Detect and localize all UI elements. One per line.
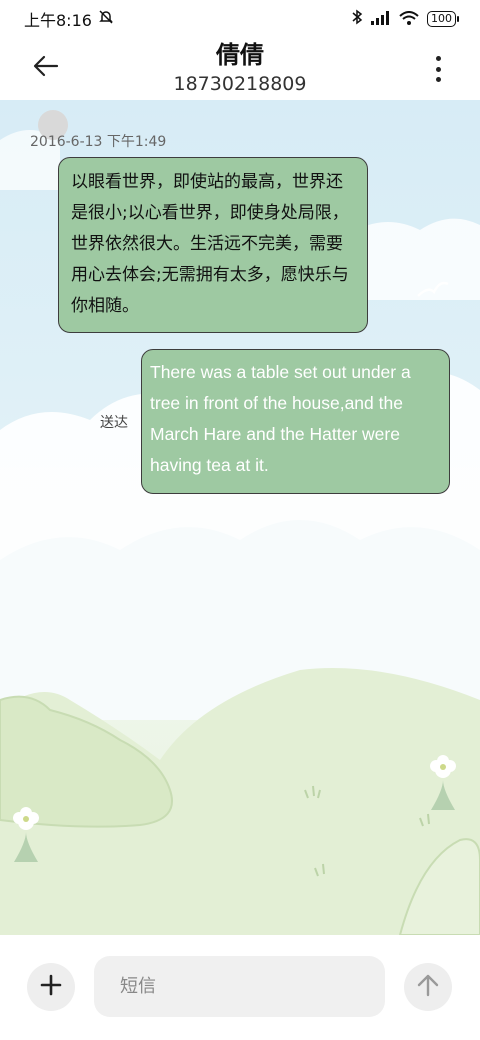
status-bar: 上午8:16 100 [0,0,480,38]
more-vertical-icon [435,56,441,61]
conversation-header: 倩倩 18730218809 [0,38,480,100]
message-text: 以眼看世界，即使站的最高，世界还是很小;以心看世界，即使身处局限，世界依然很大。… [71,172,349,316]
muted-bell-icon [98,9,114,29]
status-time: 上午8:16 [24,11,92,30]
message-text: There was a table set out under a tree i… [150,362,411,475]
contact-number: 18730218809 [173,73,307,95]
contact-name: 倩倩 [216,41,264,69]
bluetooth-icon [351,9,363,29]
compose-bar [0,935,480,1040]
arrow-up-icon [417,973,439,1001]
contact-info[interactable]: 倩倩 18730218809 [0,40,480,97]
send-button[interactable] [404,963,452,1011]
add-attachment-button[interactable] [27,963,75,1011]
incoming-message-bubble[interactable]: 以眼看世界，即使站的最高，世界还是很小;以心看世界，即使身处局限，世界依然很大。… [58,157,368,333]
outgoing-message-bubble[interactable]: There was a table set out under a tree i… [141,349,450,494]
message-timestamp: 2016-6-13 下午1:49 [30,134,167,150]
sms-input[interactable] [94,956,385,1017]
plus-icon [40,974,62,1000]
battery-icon: 100 [427,11,459,27]
delivery-status: 送达 [100,415,128,431]
signal-icon [371,10,391,29]
more-options-button[interactable] [426,54,450,84]
wifi-icon [399,10,419,29]
